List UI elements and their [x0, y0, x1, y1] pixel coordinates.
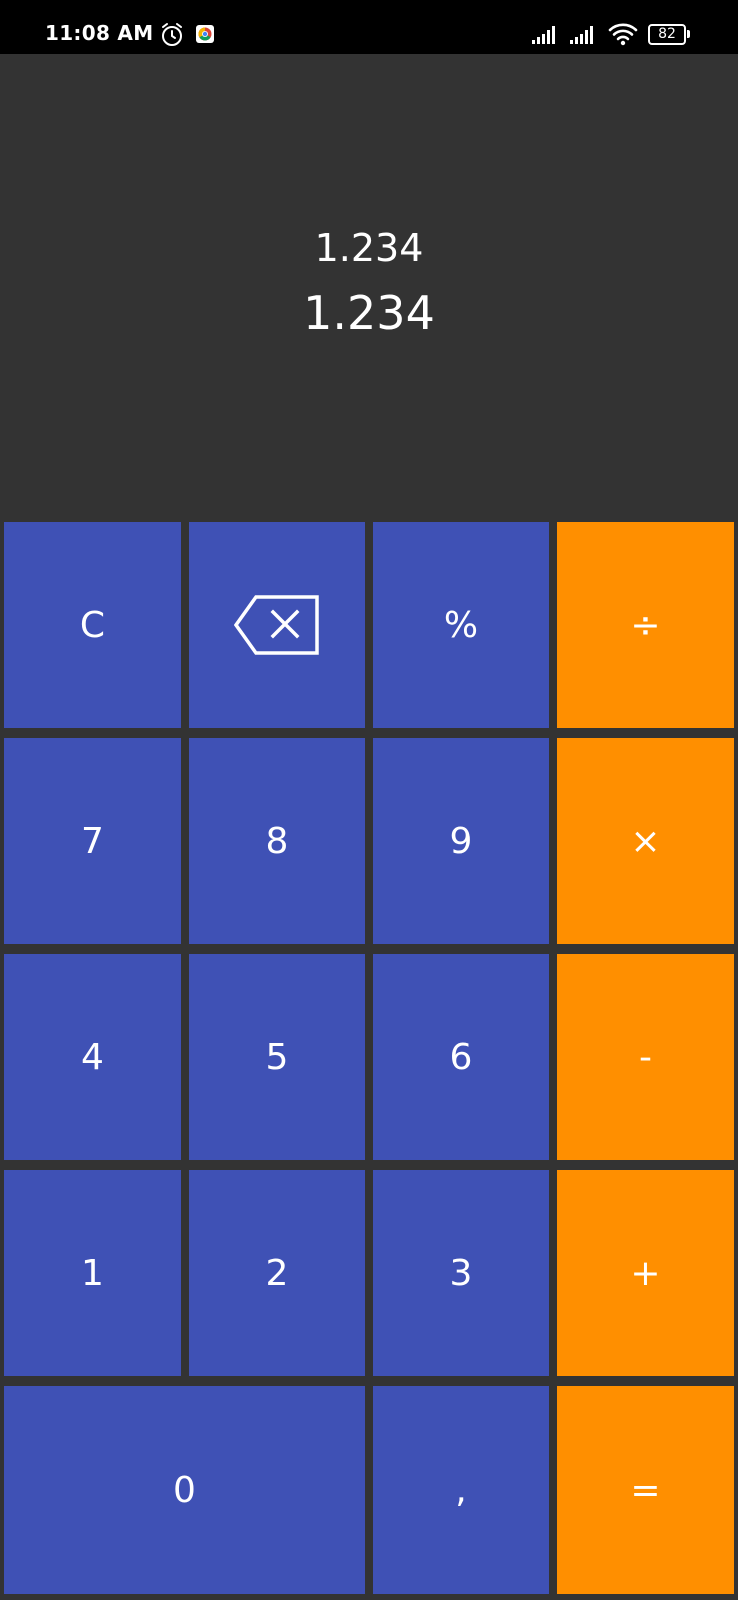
- equals-button[interactable]: =: [557, 1386, 734, 1594]
- backspace-button[interactable]: [189, 522, 365, 728]
- battery-tip: [687, 30, 690, 38]
- battery-level: 82: [658, 26, 676, 42]
- battery-icon: 82: [648, 24, 690, 45]
- result-text: 1.234: [303, 286, 435, 340]
- expression-text: 1.234: [314, 226, 424, 270]
- minus-button[interactable]: -: [557, 954, 734, 1160]
- digit-0-button[interactable]: 0: [4, 1386, 365, 1594]
- calculator-screen: 11:08 AM 82 1.234 1.234 C % ÷ 7 8 9 × 4 …: [0, 0, 738, 1600]
- multiply-button[interactable]: ×: [557, 738, 734, 944]
- digit-1-button[interactable]: 1: [4, 1170, 181, 1376]
- digit-8-button[interactable]: 8: [189, 738, 365, 944]
- digit-2-button[interactable]: 2: [189, 1170, 365, 1376]
- digit-6-button[interactable]: 6: [373, 954, 549, 1160]
- calculator-display: 1.234 1.234: [0, 54, 738, 509]
- decimal-comma-button[interactable]: ,: [373, 1386, 549, 1594]
- keypad: C % ÷ 7 8 9 × 4 5 6 - 1 2 3 + 0 , =: [0, 518, 738, 1600]
- digit-7-button[interactable]: 7: [4, 738, 181, 944]
- divide-button[interactable]: ÷: [557, 522, 734, 728]
- plus-button[interactable]: +: [557, 1170, 734, 1376]
- digit-5-button[interactable]: 5: [189, 954, 365, 1160]
- status-time: 11:08 AM: [45, 21, 154, 45]
- status-bar: 11:08 AM 82: [0, 0, 738, 54]
- alarm-icon: [162, 23, 182, 46]
- digit-9-button[interactable]: 9: [373, 738, 549, 944]
- signal-icon: [570, 26, 593, 44]
- percent-button[interactable]: %: [373, 522, 549, 728]
- signal-icon: [532, 26, 555, 44]
- digit-4-button[interactable]: 4: [4, 954, 181, 1160]
- wifi-icon: [608, 23, 638, 46]
- digit-3-button[interactable]: 3: [373, 1170, 549, 1376]
- clear-button[interactable]: C: [4, 522, 181, 728]
- chrome-icon: [196, 25, 214, 43]
- backspace-icon: [234, 595, 319, 655]
